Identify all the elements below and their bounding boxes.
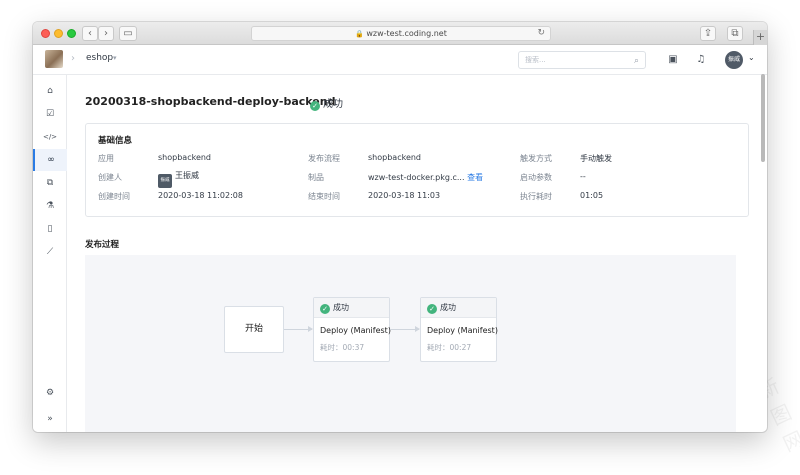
view-artifact-link[interactable]: 查看 [467, 173, 483, 182]
new-tab-button[interactable]: + [753, 30, 767, 45]
success-check-icon: ✓ [310, 101, 320, 111]
zoom-window-button[interactable] [67, 29, 76, 38]
page-title: 20200318-shopbackend-deploy-backend [85, 95, 336, 108]
app-value: shopbackend [158, 153, 212, 162]
creator-avatar: 振威 [158, 174, 172, 188]
share-icon: ⇪ [703, 28, 713, 39]
project-selector[interactable]: eshop [86, 53, 113, 63]
creator-name: 王振威 [175, 171, 199, 180]
test-flask-icon[interactable]: ⚗ [33, 195, 67, 217]
browser-window: ‹ › ▭ 🔒 wzw-test.coding.net ↻ ⇪ ⧉ + › es… [33, 22, 767, 432]
stage-status: ✓ 成功 [421, 298, 496, 318]
created-time-label: 创建时间 [98, 192, 130, 201]
expand-sidebar-icon[interactable]: » [33, 408, 67, 430]
params-value: -- [580, 172, 586, 181]
status-badge: ✓ 成功 [310, 95, 343, 111]
browser-toolbar: ‹ › ▭ 🔒 wzw-test.coding.net ↻ ⇪ ⧉ + [33, 22, 767, 45]
stage-duration: 耗时：00:37 [320, 343, 365, 352]
bell-icon[interactable]: ♫ [694, 53, 708, 67]
stage-status-text: 成功 [440, 303, 456, 312]
success-check-icon: ✓ [427, 304, 437, 314]
artifact-name: wzw-test-docker.pkg.c... [368, 173, 465, 182]
calendar-icon[interactable]: ▣ [666, 53, 680, 67]
tabs-overview-button[interactable]: ⧉ [727, 26, 743, 41]
gear-icon[interactable]: ⚙ [33, 382, 67, 404]
url-text: wzw-test.coding.net [366, 29, 447, 38]
stage-node[interactable]: ✓ 成功 Deploy (Manifest) 耗时：00:27 [420, 297, 498, 362]
pipeline-canvas[interactable]: 开始 ✓ 成功 Deploy (Manifest) 耗时：00:37 ✓ 成功 De… [85, 255, 736, 432]
share-button[interactable]: ⇪ [700, 26, 716, 41]
artifact-label: 制品 [308, 173, 324, 182]
basic-info-title: 基础信息 [98, 136, 133, 146]
stage-name: Deploy (Manifest) [427, 326, 498, 335]
task-check-icon[interactable]: ☑ [33, 103, 67, 125]
breadcrumb-separator-icon: › [71, 53, 75, 64]
search-input[interactable]: 搜索... ⌕ [518, 51, 646, 69]
main-content: 20200318-shopbackend-deploy-backend ✓ 成功 … [67, 75, 761, 432]
app-label: 应用 [98, 154, 114, 163]
artifacts-icon[interactable]: ⧉ [33, 172, 67, 194]
chevron-down-icon[interactable]: ▾ [113, 54, 117, 62]
params-label: 启动参数 [520, 173, 552, 182]
created-time-value: 2020-03-18 11:02:08 [158, 191, 243, 200]
duration-value: 01:05 [580, 191, 604, 200]
team-logo[interactable] [45, 50, 63, 68]
stage-node[interactable]: ✓ 成功 Deploy (Manifest) 耗时：00:37 [313, 297, 391, 362]
close-window-button[interactable] [41, 29, 50, 38]
search-placeholder: 搜索... [525, 56, 546, 64]
chart-icon[interactable]: ⟋ [33, 241, 67, 263]
end-time-label: 结束时间 [308, 192, 340, 201]
creator-label: 创建人 [98, 173, 122, 182]
chevron-left-icon: ‹ [88, 28, 92, 39]
code-icon[interactable]: </> [33, 126, 67, 148]
stage-name: Deploy (Manifest) [320, 326, 391, 335]
trigger-value: 手动触发 [580, 154, 612, 163]
reload-icon[interactable]: ↻ [537, 27, 545, 40]
cd-pipeline-icon[interactable]: ∞ [33, 149, 67, 171]
app-header: › eshop ▾ 搜索... ⌕ ▣ ♫ 振威 ⌄ [33, 45, 767, 75]
back-button[interactable]: ‹ [82, 26, 98, 41]
flow-arrow [284, 326, 313, 332]
pipeline-value: shopbackend [368, 153, 422, 162]
end-time-value: 2020-03-18 11:03 [368, 191, 441, 200]
process-section-title: 发布过程 [85, 240, 120, 250]
status-text: 成功 [323, 99, 343, 110]
stage-status-text: 成功 [333, 303, 349, 312]
minimize-window-button[interactable] [54, 29, 63, 38]
document-icon[interactable]: ▯ [33, 218, 67, 240]
pipeline-label: 发布流程 [308, 154, 340, 163]
home-icon[interactable]: ⌂ [33, 80, 67, 102]
artifact-value: wzw-test-docker.pkg.c... 查看 [368, 172, 483, 183]
forward-button[interactable]: › [98, 26, 114, 41]
creator-value: 振威王振威 [158, 170, 199, 188]
stage-duration: 耗时：00:27 [427, 343, 472, 352]
user-menu-chevron-icon[interactable]: ⌄ [748, 53, 755, 62]
address-bar[interactable]: 🔒 wzw-test.coding.net ↻ [251, 26, 551, 41]
scrollbar[interactable] [761, 74, 765, 162]
success-check-icon: ✓ [320, 304, 330, 314]
duration-label: 执行耗时 [520, 192, 552, 201]
trigger-label: 触发方式 [520, 154, 552, 163]
lock-icon: 🔒 [355, 30, 364, 38]
start-node[interactable]: 开始 [224, 306, 284, 353]
flow-arrow [390, 326, 420, 332]
user-avatar[interactable]: 振威 [725, 51, 743, 69]
stage-status: ✓ 成功 [314, 298, 389, 318]
sidebar-panel-icon: ▭ [123, 28, 133, 39]
chevron-right-icon: › [104, 28, 108, 39]
sidebar: ⌂ ☑ </> ∞ ⧉ ⚗ ▯ ⟋ ⚙ » [33, 75, 67, 432]
tabs-icon: ⧉ [731, 28, 739, 39]
basic-info-card: 基础信息 应用 shopbackend 发布流程 shopbackend 触发方… [85, 123, 749, 217]
search-icon: ⌕ [633, 56, 639, 66]
sidebar-toggle-button[interactable]: ▭ [119, 26, 137, 41]
